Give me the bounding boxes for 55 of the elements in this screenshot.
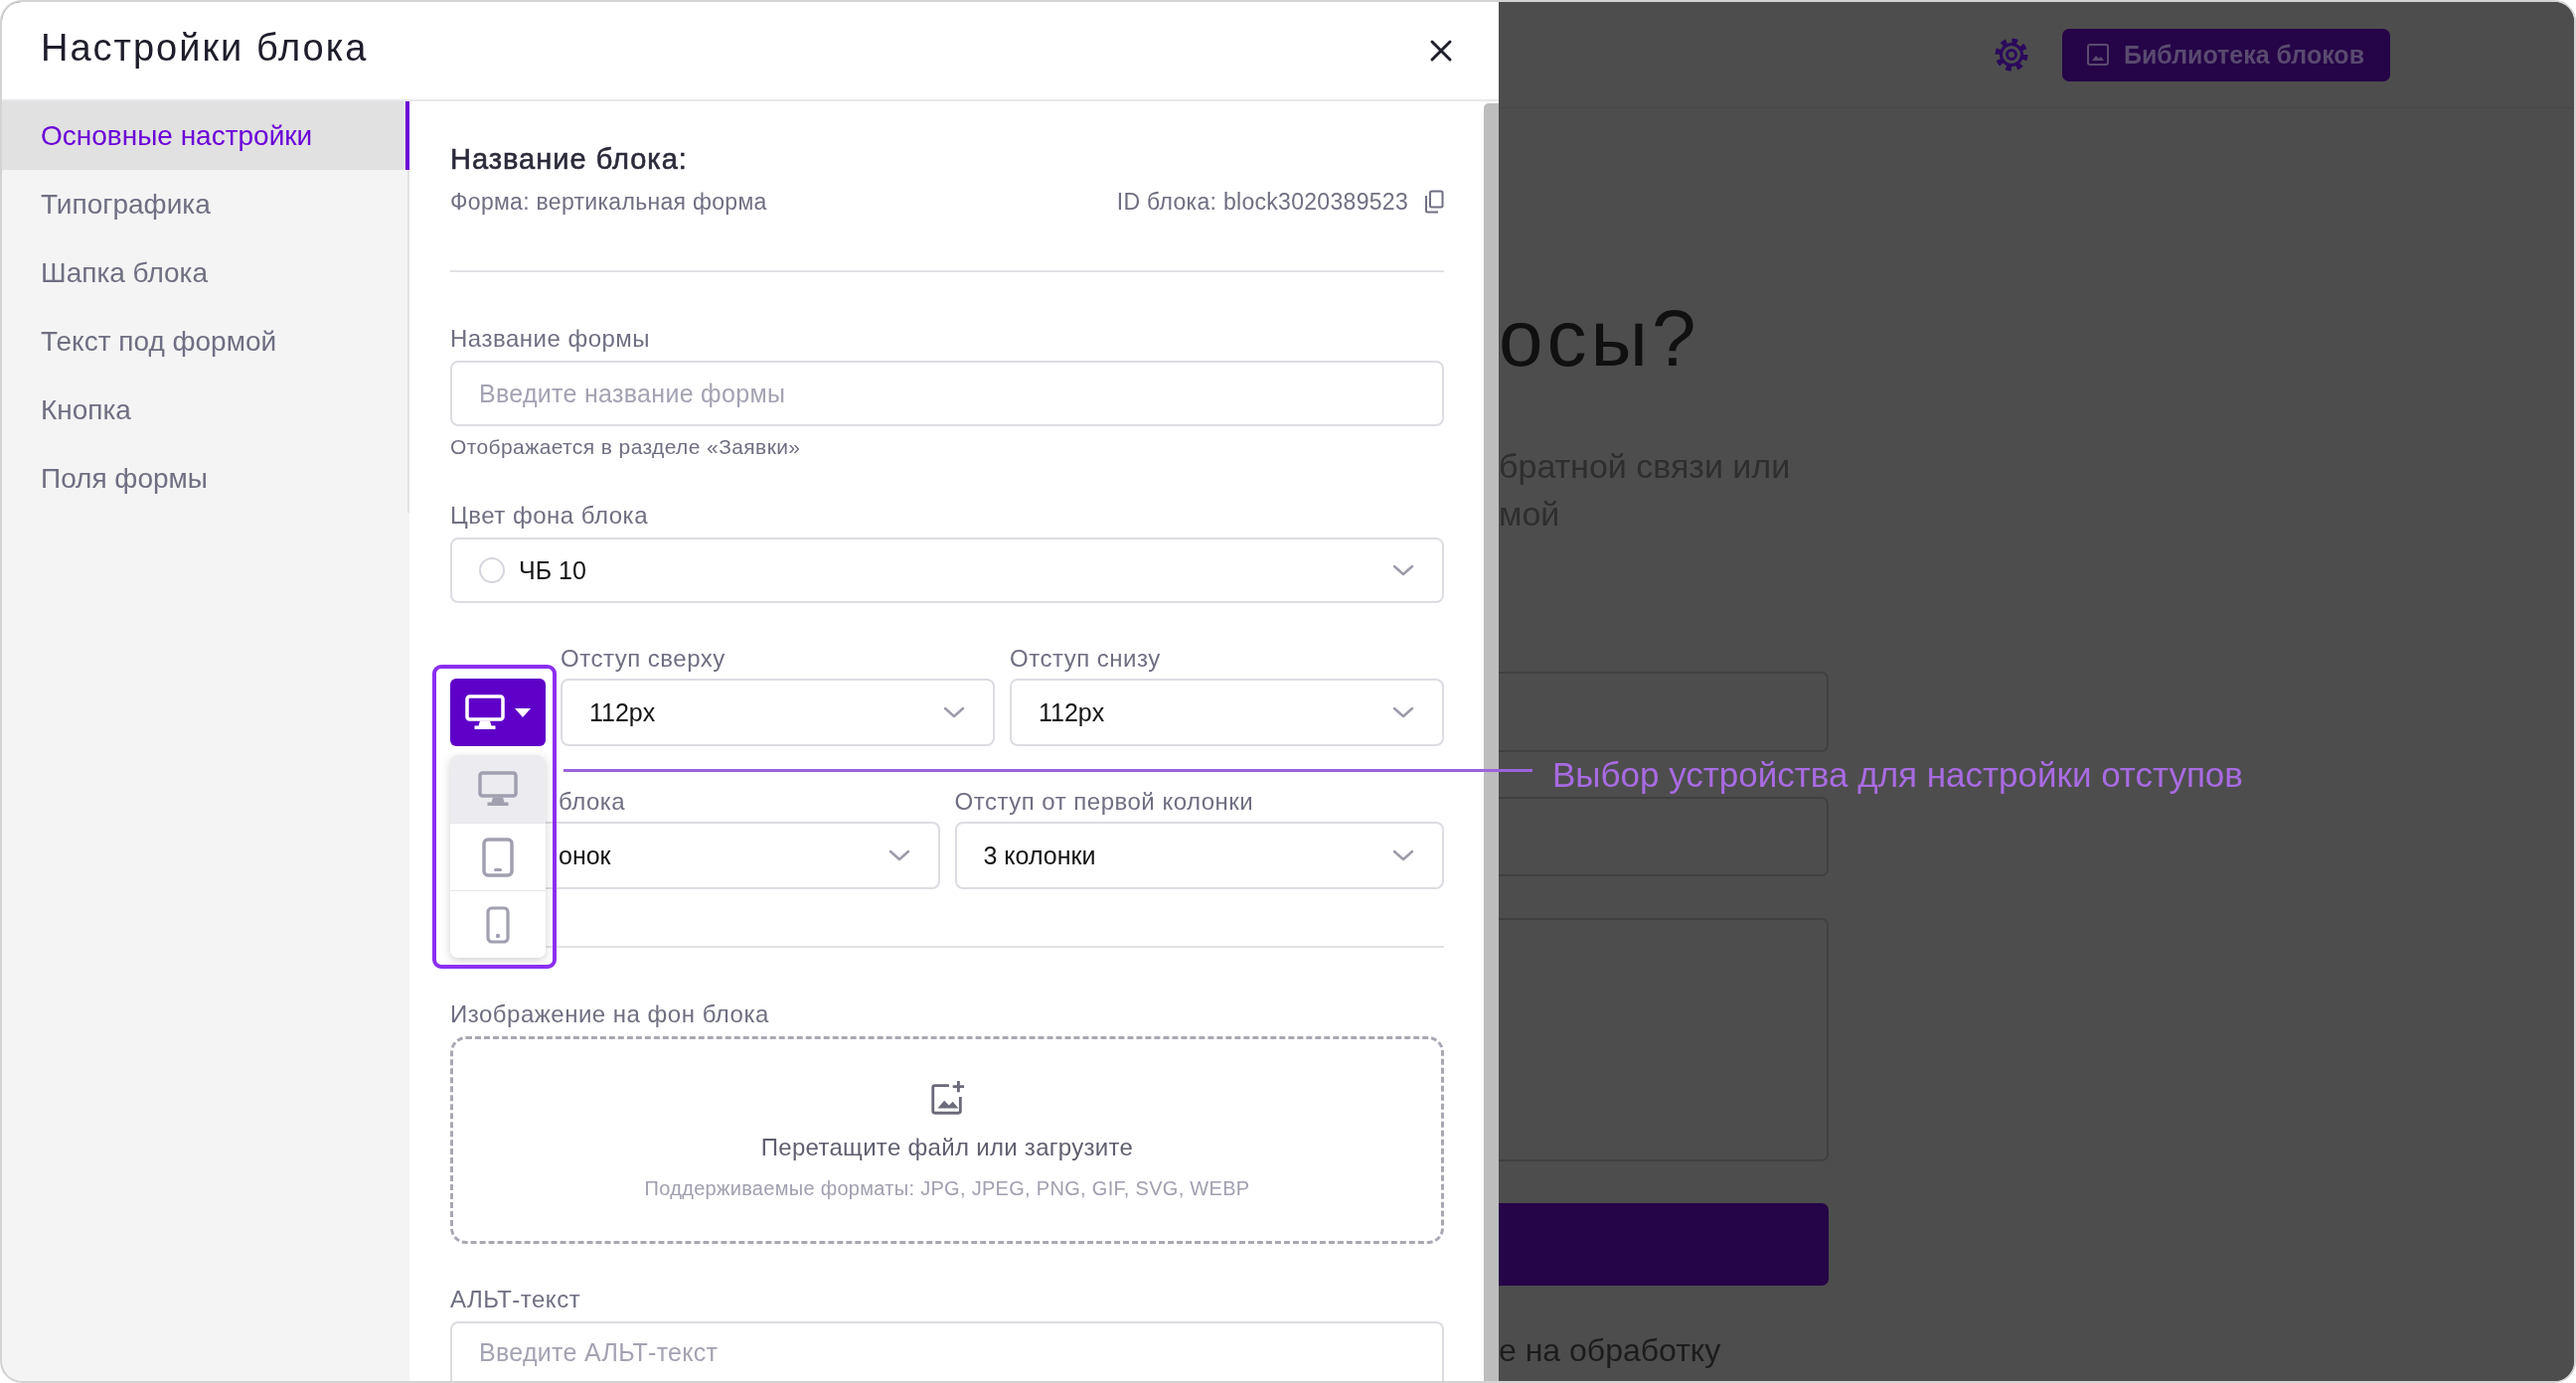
page-heading: осы? [1499, 294, 1701, 384]
dropdown-field[interactable]: 112px [561, 679, 995, 746]
device-option[interactable] [450, 823, 546, 890]
color-swatch-icon [479, 557, 505, 583]
device-select-button[interactable] [450, 679, 546, 746]
device-option[interactable] [450, 755, 546, 823]
field-label: Название формы [450, 325, 652, 353]
upload-prompt: Перетащите файл или загрузите [760, 1133, 1134, 1162]
panel-title: Настройки блока [41, 26, 369, 70]
field-label: Цвет фона блока [450, 502, 649, 530]
field-label: Отступ от первой колонки [954, 788, 1255, 816]
annotation-text: Выбор устройства для настройки отступов [1552, 754, 2243, 796]
monitor-icon [478, 771, 518, 807]
hint-text: Отображается в разделе «Заявки» [450, 435, 802, 459]
chevron-down-icon [1392, 564, 1414, 576]
block-id-text: ID блока: block3020389523 [1116, 188, 1408, 217]
dropdown-field[interactable]: 3 колонки [954, 822, 1444, 889]
chevron-down-icon [943, 706, 965, 718]
sidebar-item[interactable]: Типографика [2, 170, 409, 238]
field-label: АЛЬТ-текст [450, 1286, 582, 1313]
scrollbar[interactable] [1484, 103, 1499, 1381]
input-field[interactable] [1499, 797, 1829, 876]
phone-icon [486, 905, 510, 944]
field-label: блока [559, 788, 627, 816]
sidebar-item[interactable]: Поля формы [2, 444, 409, 513]
sidebar-item[interactable]: Текст под формой [2, 307, 409, 376]
chevron-down-icon [1392, 706, 1414, 718]
input-field[interactable] [1499, 672, 1829, 752]
sidebar-item[interactable]: Основные настройки [2, 101, 409, 170]
image-icon [2085, 43, 2110, 67]
chevron-down-icon [887, 849, 910, 861]
supported-formats-text: Поддерживаемые форматы: JPG, JPEG, PNG, GIF, SVG, WEBP [644, 1176, 1250, 1200]
text-input[interactable]: Введите АЛЬТ-текст [450, 1321, 1444, 1381]
block-title: Название блока: [450, 142, 689, 176]
color-select[interactable]: ЧБ 10 [450, 538, 1444, 603]
monitor-icon [465, 694, 505, 730]
close-button[interactable] [1429, 39, 1453, 63]
text-input[interactable]: Введите название формы [450, 361, 1444, 426]
sidebar-item[interactable]: Кнопка [2, 376, 409, 444]
device-option[interactable] [450, 890, 546, 958]
block-type-text: Форма: вертикальная форма [450, 188, 767, 217]
text-area[interactable] [1499, 918, 1829, 1161]
chevron-down-icon [1392, 849, 1414, 861]
settings-icon[interactable] [1993, 37, 2029, 73]
close-icon [1429, 39, 1453, 63]
image-add-icon [928, 1079, 966, 1117]
caret-down-icon [515, 707, 531, 717]
dropdown-field[interactable]: 112px [1010, 679, 1444, 746]
sidebar-item[interactable]: Шапка блока [2, 238, 409, 307]
field-label: Изображение на фон блока [450, 1000, 770, 1028]
field-label: Отступ снизу [1010, 645, 1162, 673]
copy-icon[interactable] [1424, 190, 1444, 214]
file-drop-zone[interactable]: Перетащите файл или загрузите Поддерживаемые форматы: JPG, JPEG, PNG, GIF, SVG, WEBP [450, 1036, 1444, 1244]
field-label: Отступ сверху [561, 645, 726, 673]
tablet-icon [482, 837, 514, 877]
